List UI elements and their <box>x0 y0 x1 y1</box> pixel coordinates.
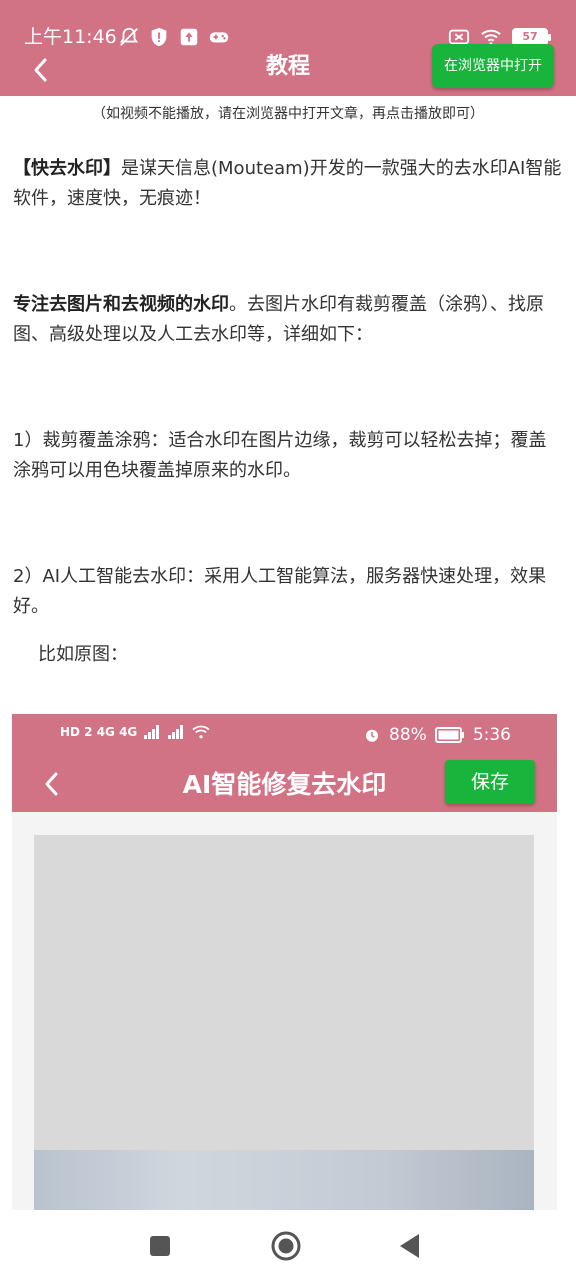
shield-icon <box>151 27 167 47</box>
app-header: 上午11:46 57 教程 在浏览器中打开 <box>0 0 576 96</box>
back-nav-button[interactable] <box>394 1230 426 1262</box>
article-content[interactable]: （如视频不能播放，请在浏览器中打开文章，再点击播放即可） 【快去水印】是谋天信息… <box>0 96 576 1210</box>
back-triangle-icon <box>400 1234 419 1258</box>
signal-icon <box>144 725 160 739</box>
embedded-status-bar: HD 2 4G 4G 88% 5:36 <box>12 722 557 748</box>
home-button[interactable] <box>270 1230 302 1262</box>
embedded-save-button: 保存 <box>445 760 535 804</box>
embedded-photo <box>34 1150 534 1210</box>
example-screenshot-image: HD 2 4G 4G 88% 5:36 AI智能修复去水印 保存 <box>12 714 557 1210</box>
back-button[interactable] <box>22 52 58 88</box>
recent-apps-button[interactable] <box>144 1230 176 1262</box>
embedded-battery-icon <box>434 727 464 743</box>
embedded-wifi-icon <box>192 725 210 739</box>
status-time: 上午11:46 <box>24 26 117 48</box>
video-hint: （如视频不能播放，请在浏览器中打开文章，再点击播放即可） <box>92 106 484 122</box>
gamepad-icon <box>209 32 229 43</box>
home-icon <box>271 1231 301 1261</box>
muted-bell-icon <box>119 27 139 46</box>
example-label: 比如原图： <box>38 644 128 665</box>
embedded-network-labels: HD 2 4G 4G <box>60 725 138 739</box>
embedded-header: HD 2 4G 4G 88% 5:36 AI智能修复去水印 保存 <box>12 714 557 812</box>
focus-bold: 专注去图片和去视频的水印 <box>13 294 229 315</box>
upload-icon <box>180 28 198 46</box>
recent-apps-icon <box>150 1236 170 1256</box>
open-in-browser-button[interactable]: 在浏览器中打开 <box>432 44 554 88</box>
embedded-time: 5:36 <box>472 725 511 745</box>
intro-paragraph: 【快去水印】是谋天信息(Mouteam)开发的一款强大的去水印AI智能软件，速度… <box>0 154 576 214</box>
system-nav-bar <box>0 1210 576 1280</box>
alarm-icon <box>366 729 379 742</box>
embedded-battery-percent: 88% <box>389 725 427 745</box>
signal-icon-2 <box>168 725 184 739</box>
intro-bold: 【快去水印】 <box>13 158 121 179</box>
crop-paragraph: 1）裁剪覆盖涂鸦：适合水印在图片边缘，裁剪可以轻松去掉；覆盖涂鸦可以用色块覆盖掉… <box>13 430 547 481</box>
ai-paragraph: 2）AI人工智能去水印：采用人工智能算法，服务器快速处理，效果好。 <box>13 566 547 617</box>
focus-paragraph: 专注去图片和去视频的水印。去图片水印有裁剪覆盖（涂鸦）、找原图、高级处理以及人工… <box>0 290 576 350</box>
chevron-left-icon <box>34 58 47 82</box>
